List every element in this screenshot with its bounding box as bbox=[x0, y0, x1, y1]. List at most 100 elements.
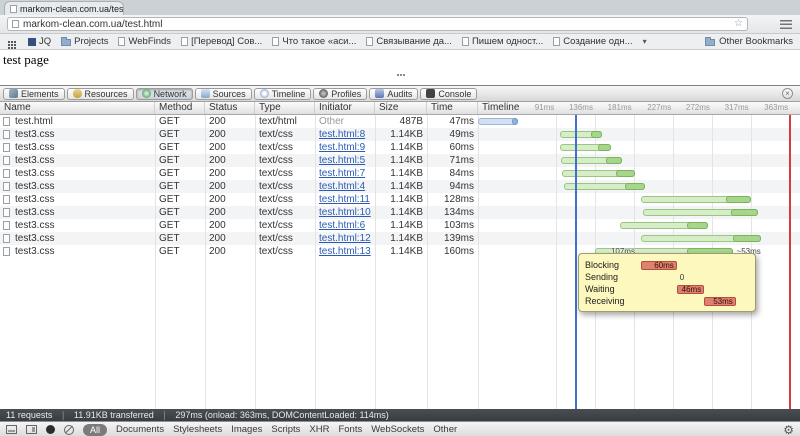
file-icon bbox=[3, 221, 10, 230]
bookmark-item[interactable]: WebFinds bbox=[118, 36, 171, 47]
apps-grid-icon[interactable] bbox=[8, 40, 10, 43]
request-status: 200 bbox=[209, 168, 226, 179]
column-separator bbox=[375, 115, 376, 409]
initiator-link[interactable]: test.html:11 bbox=[319, 194, 370, 205]
request-row[interactable]: test3.css GET 200 text/css test.html:5 1.14KB… bbox=[0, 154, 800, 167]
dock-to-window-icon[interactable] bbox=[6, 425, 17, 434]
request-row[interactable]: test.html GET 200 text/html Other 487B 47ms bbox=[0, 115, 800, 128]
initiator-link[interactable]: test.html:12 bbox=[319, 233, 371, 244]
filter-all[interactable]: All bbox=[83, 423, 108, 436]
initiator-link[interactable]: test.html:4 bbox=[319, 181, 365, 192]
address-bar[interactable]: markom-clean.com.ua/test.html ☆ bbox=[7, 17, 748, 31]
request-row[interactable]: test3.css GET 200 text/css test.html:4 1.14KB… bbox=[0, 180, 800, 193]
filter-images[interactable]: Images bbox=[231, 424, 262, 435]
initiator-link[interactable]: test.html:5 bbox=[319, 155, 365, 166]
column-header-name[interactable]: Name bbox=[0, 102, 155, 114]
bookmarks-overflow-chevron-icon[interactable]: ▾ bbox=[643, 37, 647, 46]
other-bookmarks-button[interactable]: Other Bookmarks bbox=[705, 36, 793, 47]
timeline-bar[interactable] bbox=[559, 131, 602, 138]
summary-separator: ❘ bbox=[59, 409, 67, 420]
menu-icon[interactable] bbox=[780, 20, 792, 29]
column-header-type[interactable]: Type bbox=[255, 102, 315, 114]
network-icon bbox=[141, 89, 151, 98]
bookmark-item[interactable]: Пишем одност... bbox=[461, 36, 543, 47]
timing-row: Waiting 46ms bbox=[585, 283, 749, 295]
record-icon[interactable] bbox=[46, 425, 55, 434]
request-method: GET bbox=[159, 155, 180, 166]
timeline-bar[interactable] bbox=[478, 118, 519, 125]
request-name-text: test3.css bbox=[15, 207, 55, 218]
timeline-bar-receiving bbox=[625, 183, 645, 190]
timeline-bar[interactable] bbox=[643, 209, 759, 216]
request-name-text: test.html bbox=[15, 116, 53, 127]
request-time: 103ms bbox=[443, 220, 474, 231]
clear-icon[interactable] bbox=[64, 424, 74, 435]
browser-tab[interactable]: markom-clean.com.ua/tes bbox=[4, 1, 124, 15]
initiator-link[interactable]: test.html:7 bbox=[319, 168, 365, 179]
devtools-tab-sources[interactable]: Sources bbox=[194, 87, 252, 100]
initiator-link[interactable]: test.html:9 bbox=[319, 142, 365, 153]
timeline-bar[interactable] bbox=[560, 157, 622, 164]
dock-to-side-icon[interactable] bbox=[26, 425, 37, 434]
column-header-time[interactable]: Time bbox=[427, 102, 478, 114]
timeline-bar[interactable] bbox=[559, 144, 612, 151]
filter-fonts[interactable]: Fonts bbox=[338, 424, 362, 435]
request-initiator: Other bbox=[315, 115, 375, 128]
page-content-text: test page bbox=[3, 52, 49, 67]
filter-xhr[interactable]: XHR bbox=[309, 424, 329, 435]
column-separator bbox=[255, 115, 256, 409]
filter-scripts[interactable]: Scripts bbox=[271, 424, 300, 435]
request-time: 60ms bbox=[449, 142, 474, 153]
devtools-tab-console[interactable]: Console bbox=[420, 87, 478, 100]
devtools-tab-network[interactable]: Network bbox=[135, 87, 193, 100]
settings-gear-icon[interactable]: ⚙ bbox=[783, 424, 794, 436]
devtools-tab-timeline[interactable]: Timeline bbox=[253, 87, 312, 100]
timeline-bar[interactable] bbox=[641, 235, 761, 242]
bookmark-star-icon[interactable]: ☆ bbox=[734, 18, 743, 30]
initiator-link[interactable]: test.html:8 bbox=[319, 129, 365, 140]
request-row[interactable]: test3.css GET 200 text/css test.html:7 1.14KB… bbox=[0, 167, 800, 180]
filter-websockets[interactable]: WebSockets bbox=[371, 424, 424, 435]
folder-icon bbox=[61, 37, 72, 46]
request-initiator: test.html:13 bbox=[315, 245, 375, 258]
timeline-bar[interactable] bbox=[619, 222, 709, 229]
bookmarks-bar: JQ Projects WebFinds [Перевод] Сов... Что та… bbox=[0, 34, 800, 50]
timeline-tick-label: 91ms bbox=[534, 103, 555, 112]
initiator-link[interactable]: test.html:6 bbox=[319, 220, 365, 231]
column-separator bbox=[427, 115, 428, 409]
initiator-link[interactable]: test.html:13 bbox=[319, 246, 371, 257]
bookmark-item[interactable]: Связывание да... bbox=[366, 36, 452, 47]
timeline-bar[interactable] bbox=[641, 196, 752, 203]
request-row[interactable]: test3.css GET 200 text/css test.html:8 1.14KB… bbox=[0, 128, 800, 141]
bookmark-item[interactable]: JQ bbox=[28, 36, 51, 47]
request-size: 487B bbox=[399, 116, 423, 127]
devtools-tab-elements[interactable]: Elements bbox=[3, 87, 65, 100]
column-header-method[interactable]: Method bbox=[155, 102, 205, 114]
bookmark-item[interactable]: Projects bbox=[61, 36, 108, 47]
filter-documents[interactable]: Documents bbox=[116, 424, 164, 435]
request-initiator: test.html:7 bbox=[315, 167, 375, 180]
close-devtools-icon[interactable]: × bbox=[782, 88, 793, 99]
column-header-initiator[interactable]: Initiator bbox=[315, 102, 375, 114]
initiator-link[interactable]: test.html:10 bbox=[319, 207, 371, 218]
devtools-tab-audits[interactable]: Audits bbox=[369, 87, 419, 100]
bookmark-item[interactable]: Создание одн... bbox=[553, 36, 633, 47]
devtools-tab-profiles[interactable]: Profiles bbox=[313, 87, 368, 100]
column-header-size[interactable]: Size bbox=[375, 102, 427, 114]
file-icon bbox=[3, 195, 10, 204]
column-header-status[interactable]: Status bbox=[205, 102, 255, 114]
request-row[interactable]: test3.css GET 200 text/css test.html:9 1.14KB… bbox=[0, 141, 800, 154]
devtools-tab-resources[interactable]: Resources bbox=[66, 87, 134, 100]
filter-other[interactable]: Other bbox=[433, 424, 457, 435]
request-time: 47ms bbox=[449, 116, 474, 127]
bookmark-item[interactable]: [Перевод] Сов... bbox=[181, 36, 262, 47]
sources-icon bbox=[200, 89, 210, 98]
timeline-bar[interactable] bbox=[562, 170, 635, 177]
filter-stylesheets[interactable]: Stylesheets bbox=[173, 424, 222, 435]
request-time: 84ms bbox=[449, 168, 474, 179]
bookmark-item[interactable]: Что такое «аси... bbox=[272, 36, 356, 47]
request-type: text/css bbox=[259, 233, 293, 244]
request-name: test3.css bbox=[0, 206, 155, 219]
request-size: 1.14KB bbox=[390, 129, 423, 140]
devtools-splitter-handle[interactable] bbox=[397, 74, 399, 76]
